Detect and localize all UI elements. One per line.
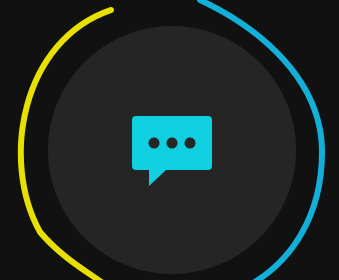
ellipsis-dot-1 [148, 137, 160, 149]
ellipsis-dot-3 [184, 137, 196, 149]
chat-button[interactable] [48, 26, 296, 274]
ellipsis-dot-2 [166, 137, 178, 149]
chat-launcher-graphic [17, 0, 326, 280]
chat-launcher [0, 0, 339, 280]
